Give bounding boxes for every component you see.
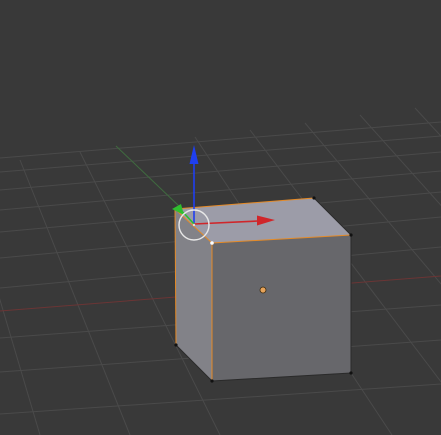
gizmo-center — [192, 223, 196, 227]
object-origin[interactable] — [259, 286, 267, 294]
y-axis-line — [115, 145, 181, 208]
cube-front-face[interactable] — [212, 235, 351, 381]
3d-viewport[interactable] — [0, 0, 441, 435]
viewport-scene[interactable] — [0, 0, 441, 435]
